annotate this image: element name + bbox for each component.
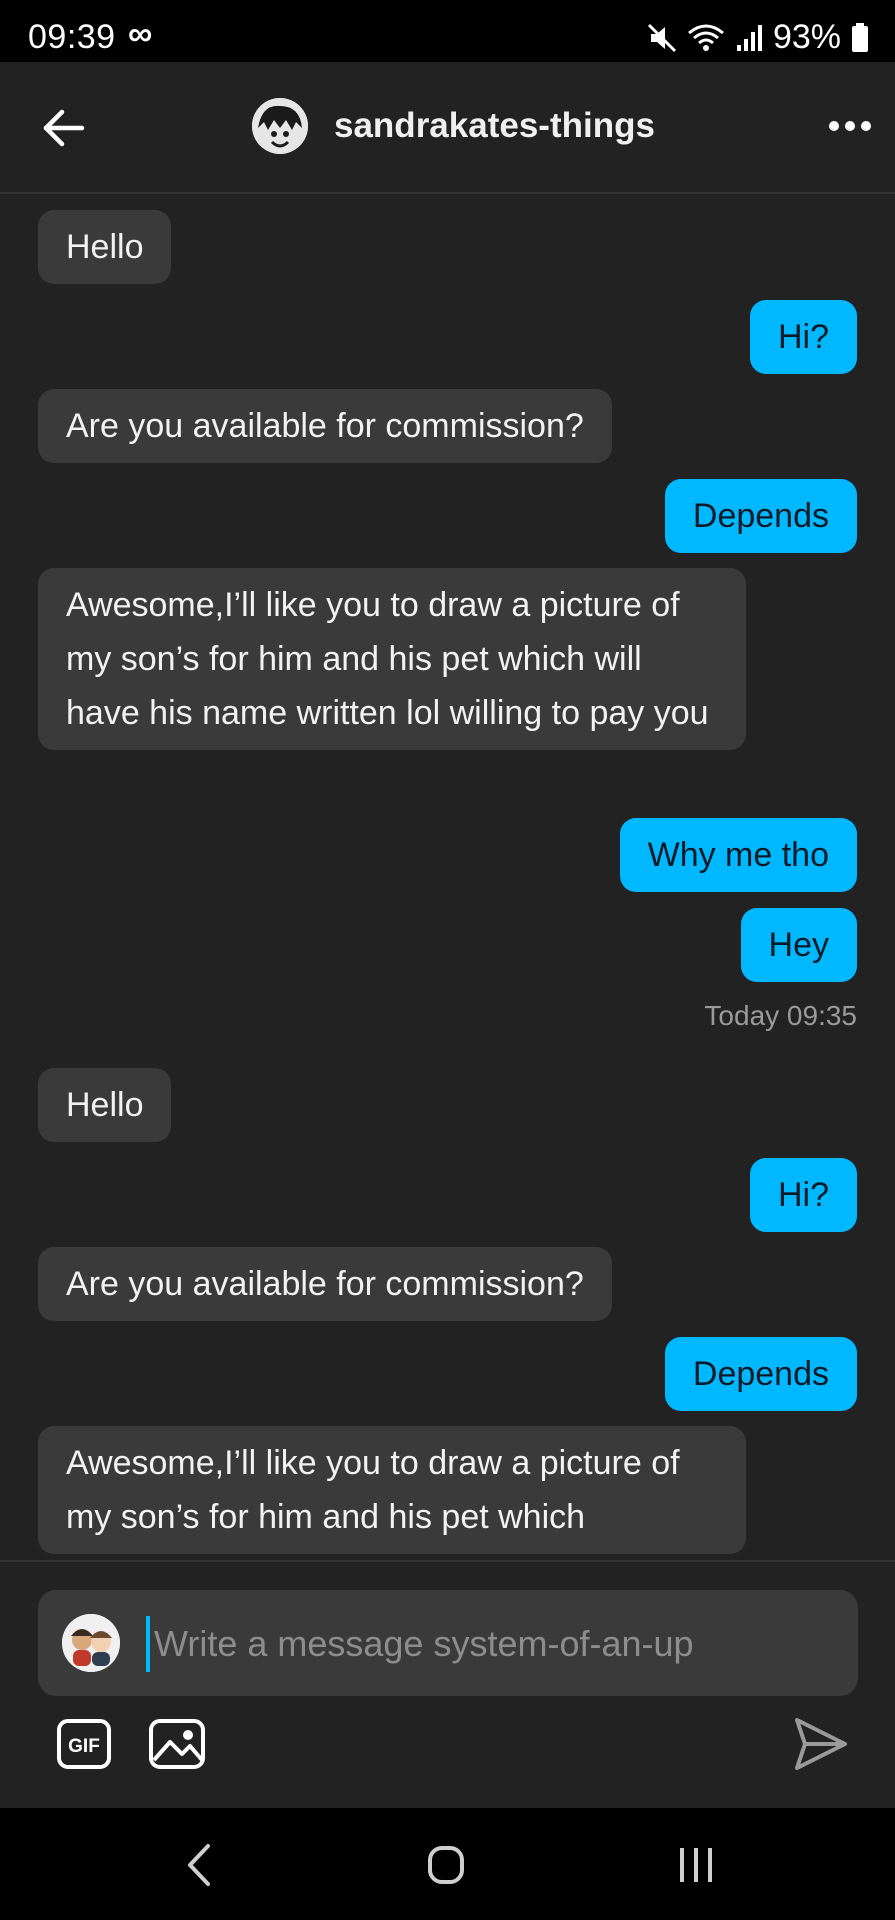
battery-percent: 93% — [772, 18, 841, 56]
message-bubble-incoming: Are you available for commission? — [38, 389, 612, 463]
gif-label: GIF — [68, 1736, 100, 1757]
system-navigation-bar — [0, 1808, 895, 1920]
infinity-icon: ∞ — [128, 15, 153, 53]
message-bubble-outgoing: Hey — [740, 908, 857, 982]
chat-screen: 09:39 ∞ 93% sandrakates-things Hello Hi?… — [0, 0, 895, 1920]
signal-icon — [735, 23, 763, 53]
mute-icon — [647, 22, 677, 54]
conversation-title[interactable]: sandrakates-things — [334, 106, 655, 146]
message-bubble-outgoing: Depends — [664, 479, 857, 553]
status-icons: 93% — [647, 18, 869, 57]
gif-button[interactable]: GIF — [56, 1718, 112, 1770]
nav-recents-icon[interactable] — [674, 1842, 718, 1888]
message-bubble-outgoing: Depends — [664, 1337, 857, 1411]
status-time: 09:39 — [28, 18, 116, 56]
back-arrow-icon[interactable] — [40, 104, 88, 152]
message-bubble-outgoing: Why me tho — [619, 818, 857, 892]
nav-back-icon[interactable] — [180, 1842, 220, 1888]
more-options-icon[interactable] — [827, 112, 873, 140]
message-timestamp: Today 09:35 — [704, 1000, 857, 1031]
message-bubble-incoming: Awesome,I’ll like you to draw a picture … — [38, 1426, 746, 1554]
send-icon[interactable] — [791, 1714, 849, 1774]
message-input[interactable] — [146, 1616, 846, 1672]
message-bubble-incoming: Awesome,I’ll like you to draw a picture … — [38, 568, 746, 750]
message-bubble-outgoing: Hi? — [749, 1158, 857, 1232]
chat-header: sandrakates-things — [0, 62, 895, 194]
message-list[interactable]: Hello Hi? Are you available for commissi… — [0, 194, 895, 1560]
message-composer — [38, 1590, 858, 1696]
message-bubble-incoming: Hello — [38, 1068, 172, 1142]
message-bubble-incoming: Hello — [38, 210, 172, 284]
user-avatar — [62, 1614, 120, 1672]
nav-home-icon[interactable] — [426, 1842, 466, 1888]
message-bubble-outgoing: Hi? — [749, 300, 857, 374]
status-bar: 09:39 ∞ 93% — [0, 0, 895, 62]
battery-icon — [851, 22, 869, 53]
message-bubble-incoming: Are you available for commission? — [38, 1247, 612, 1321]
avatar[interactable] — [252, 98, 308, 154]
composer-area: GIF — [0, 1560, 895, 1810]
wifi-icon — [687, 23, 725, 53]
image-icon[interactable] — [148, 1718, 206, 1770]
